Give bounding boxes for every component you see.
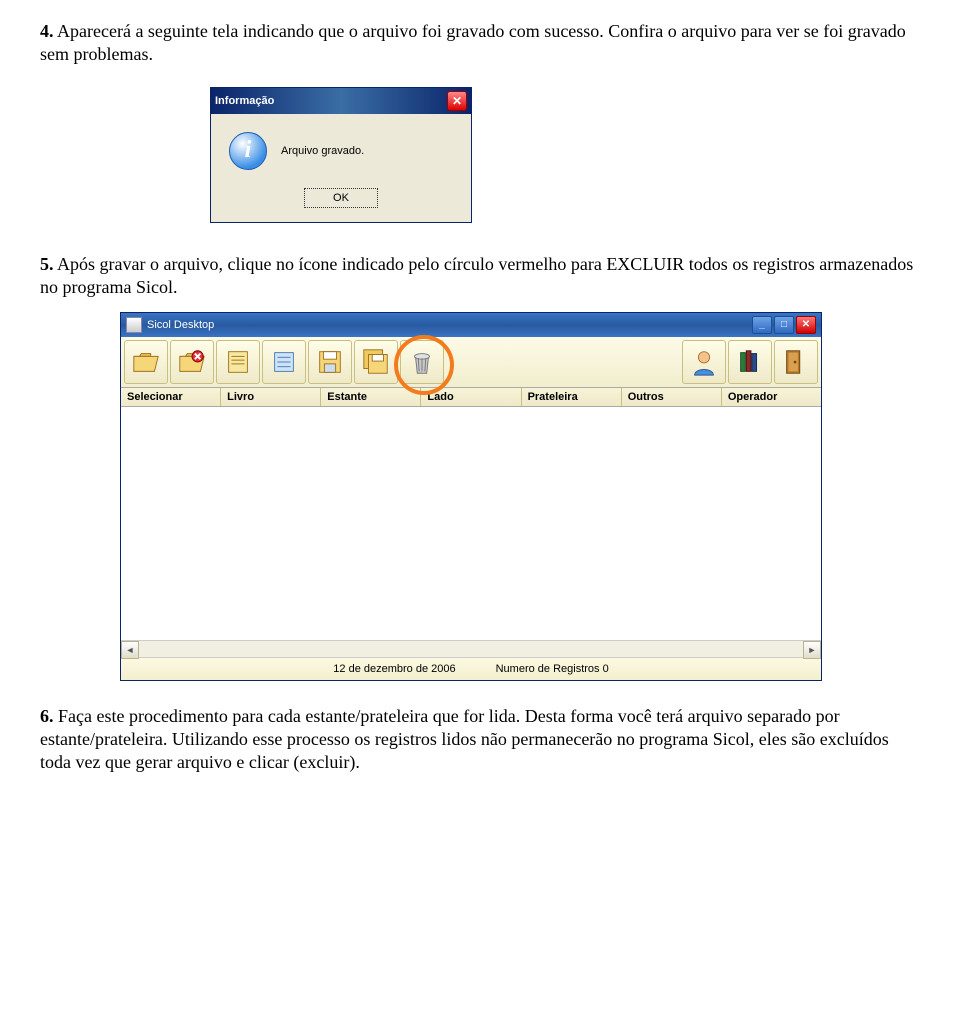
paragraph-4: 4. Aparecerá a seguinte tela indicando q…: [40, 20, 920, 67]
window-buttons: _ □ ✕: [752, 316, 816, 334]
books-icon[interactable]: [728, 340, 772, 384]
save-icon[interactable]: [308, 340, 352, 384]
status-date: 12 de dezembro de 2006: [333, 663, 455, 675]
label-prateleira[interactable]: Prateleira: [522, 388, 622, 406]
folder-delete-icon[interactable]: [170, 340, 214, 384]
exit-icon[interactable]: [774, 340, 818, 384]
dialog-message: Arquivo gravado.: [281, 145, 364, 157]
para4-text: Aparecerá a seguinte tela indicando que …: [40, 21, 906, 64]
info-dialog-screenshot: Informação ✕ i Arquivo gravado. OK: [210, 87, 920, 223]
dialog-titlebar: Informação ✕: [211, 88, 471, 114]
ok-button[interactable]: OK: [304, 188, 378, 208]
status-record-count: Numero de Registros 0: [496, 663, 609, 675]
maximize-icon[interactable]: □: [774, 316, 794, 334]
label-outros[interactable]: Outros: [622, 388, 722, 406]
sicol-window-screenshot: Sicol Desktop _ □ ✕: [120, 312, 920, 681]
para6-num: 6.: [40, 706, 54, 726]
sicol-title-text: Sicol Desktop: [147, 319, 214, 331]
save-all-icon[interactable]: [354, 340, 398, 384]
label-selecionar[interactable]: Selecionar: [121, 388, 221, 406]
dialog-title-text: Informação: [215, 95, 274, 107]
sicol-column-labels: Selecionar Livro Estante Lado Prateleira…: [121, 388, 821, 407]
label-estante[interactable]: Estante: [321, 388, 421, 406]
para6-text: Faça este procedimento para cada estante…: [40, 706, 889, 773]
sicol-statusbar: 12 de dezembro de 2006 Numero de Registr…: [121, 658, 821, 680]
horizontal-scrollbar[interactable]: ◄ ►: [121, 640, 821, 657]
scroll-left-icon[interactable]: ◄: [121, 641, 139, 659]
dialog-footer: OK: [211, 180, 471, 222]
sicol-window: Sicol Desktop _ □ ✕: [120, 312, 822, 681]
label-livro[interactable]: Livro: [221, 388, 321, 406]
info-icon: i: [229, 132, 267, 170]
info-dialog: Informação ✕ i Arquivo gravado. OK: [210, 87, 472, 223]
scroll-right-icon[interactable]: ►: [803, 641, 821, 659]
list-icon[interactable]: [262, 340, 306, 384]
para5-num: 5.: [40, 254, 54, 274]
app-icon: [126, 317, 142, 333]
user-icon[interactable]: [682, 340, 726, 384]
para4-num: 4.: [40, 21, 54, 41]
paragraph-5: 5. Após gravar o arquivo, clique no ícon…: [40, 253, 920, 300]
label-operador[interactable]: Operador: [722, 388, 821, 406]
label-lado[interactable]: Lado: [421, 388, 521, 406]
paragraph-6: 6. Faça este procedimento para cada esta…: [40, 705, 920, 775]
para5-text: Após gravar o arquivo, clique no ícone i…: [40, 254, 913, 297]
sicol-content-area: ◄ ►: [121, 407, 821, 658]
sicol-titlebar: Sicol Desktop _ □ ✕: [121, 313, 821, 337]
records-icon[interactable]: [216, 340, 260, 384]
folder-open-icon[interactable]: [124, 340, 168, 384]
minimize-icon[interactable]: _: [752, 316, 772, 334]
trash-icon[interactable]: [400, 340, 444, 384]
close-icon[interactable]: ✕: [796, 316, 816, 334]
dialog-body: i Arquivo gravado.: [211, 114, 471, 180]
close-icon[interactable]: ✕: [447, 91, 467, 111]
sicol-toolbar: [121, 337, 821, 388]
